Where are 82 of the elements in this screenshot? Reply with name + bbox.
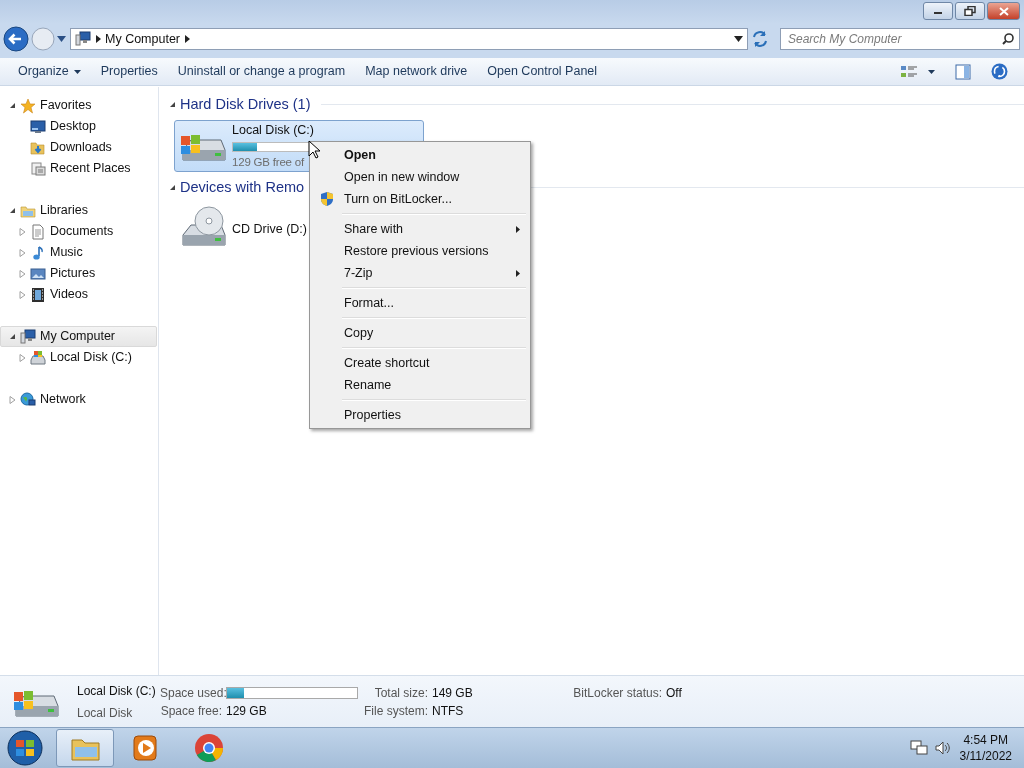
nav-item[interactable]: Videos [0,284,157,305]
close-icon [998,6,1009,16]
search-field[interactable]: Search My Computer [780,28,1020,50]
nav-item[interactable]: Music [0,242,157,263]
menu-item[interactable]: Format... [312,292,528,314]
nav-item[interactable]: Pictures [0,263,157,284]
volume-icon[interactable] [933,740,952,756]
chrome-icon [193,732,225,764]
drive-name: Local Disk (C:) [232,121,315,139]
nav-item[interactable]: Libraries [0,200,157,221]
chevron-icon[interactable] [184,35,191,43]
maximize-button[interactable] [955,2,985,20]
free-space-text: 129 GB free of [232,155,304,171]
property-value: Off [666,684,682,702]
nav-item[interactable]: Desktop [0,116,157,137]
nav-item[interactable]: Recent Places [0,158,157,179]
computer-icon [20,328,36,345]
computer-icon [75,31,91,47]
drive-name: CD Drive (D:) [232,220,307,238]
nav-item[interactable]: Downloads [0,137,157,158]
property-value: 129 GB [226,702,268,720]
nav-item[interactable]: Local Disk (C:) [0,347,157,368]
expanded-arrow-icon[interactable] [9,207,16,214]
toolbar-button[interactable]: Organize [8,59,91,84]
monitor-icon [30,118,46,135]
breadcrumb-item[interactable]: My Computer [105,29,181,49]
network-status-icon[interactable] [909,740,928,756]
chevron-icon[interactable] [95,35,101,43]
menu-item[interactable]: Create shortcut [312,352,528,374]
mouse-pointer-icon [308,140,320,159]
expanded-arrow-icon[interactable] [9,102,16,109]
search-icon[interactable] [1002,33,1014,45]
nav-item[interactable]: Favorites [0,95,157,116]
menu-item[interactable]: Copy [312,322,528,344]
places-icon [30,160,46,177]
expanded-arrow-icon[interactable] [169,184,176,191]
drive-type: Local Disk [77,704,134,722]
history-dropdown-icon[interactable] [57,36,66,42]
property-label: Total size: [373,684,428,702]
dropdown-arrow-icon[interactable] [734,36,743,42]
property-label: Space free: [160,702,222,720]
close-button[interactable] [987,2,1020,20]
nav-item[interactable]: Documents [0,221,157,242]
clock-time[interactable]: 4:54 PM [959,732,1012,748]
clock-date[interactable]: 3/11/2022 [959,748,1012,764]
nav-item[interactable]: My Computer [0,326,157,347]
minimize-button[interactable] [923,2,953,20]
expanded-arrow-icon[interactable] [9,333,16,340]
document-icon [30,223,46,240]
picture-icon [30,265,46,282]
property-value: NTFS [432,702,465,720]
refresh-icon[interactable] [750,29,770,49]
menu-item[interactable]: Restore previous versions [312,240,528,262]
address-bar[interactable]: My Computer [70,28,748,50]
toolbar-button[interactable]: Uninstall or change a program [167,59,356,84]
caret-icon[interactable] [928,69,935,74]
property-label: File system: [363,702,428,720]
folder-icon [30,139,46,156]
star-icon [20,97,36,114]
toolbar-button[interactable]: Properties [90,59,168,84]
property-value: 149 GB [432,684,474,702]
menu-item[interactable]: Turn on BitLocker... [312,188,528,210]
toolbar-button[interactable]: Open Control Panel [477,59,608,84]
view-options-icon[interactable] [900,63,918,80]
menu-item[interactable]: Rename [312,374,528,396]
drive-icon [30,349,46,366]
group-heading[interactable]: Devices with Remo [180,176,305,199]
restore-icon [964,6,976,16]
drive-name: Local Disk (C:) [77,682,157,700]
menu-item[interactable]: 7-Zip [312,262,528,284]
toolbar-button[interactable]: Map network drive [355,59,478,84]
property-label: BitLocker status: [572,684,662,702]
menu-item[interactable]: Properties [312,404,528,426]
back-button[interactable] [3,26,29,52]
group-heading[interactable]: Hard Disk Drives (1) [180,93,311,116]
film-icon [30,286,46,303]
music-note-icon [30,244,46,261]
expanded-arrow-icon[interactable] [169,101,176,108]
menu-item[interactable]: Share with [312,218,528,240]
taskbar-button[interactable] [56,729,114,767]
nav-item[interactable]: Network [0,389,157,410]
network-icon [20,391,36,408]
